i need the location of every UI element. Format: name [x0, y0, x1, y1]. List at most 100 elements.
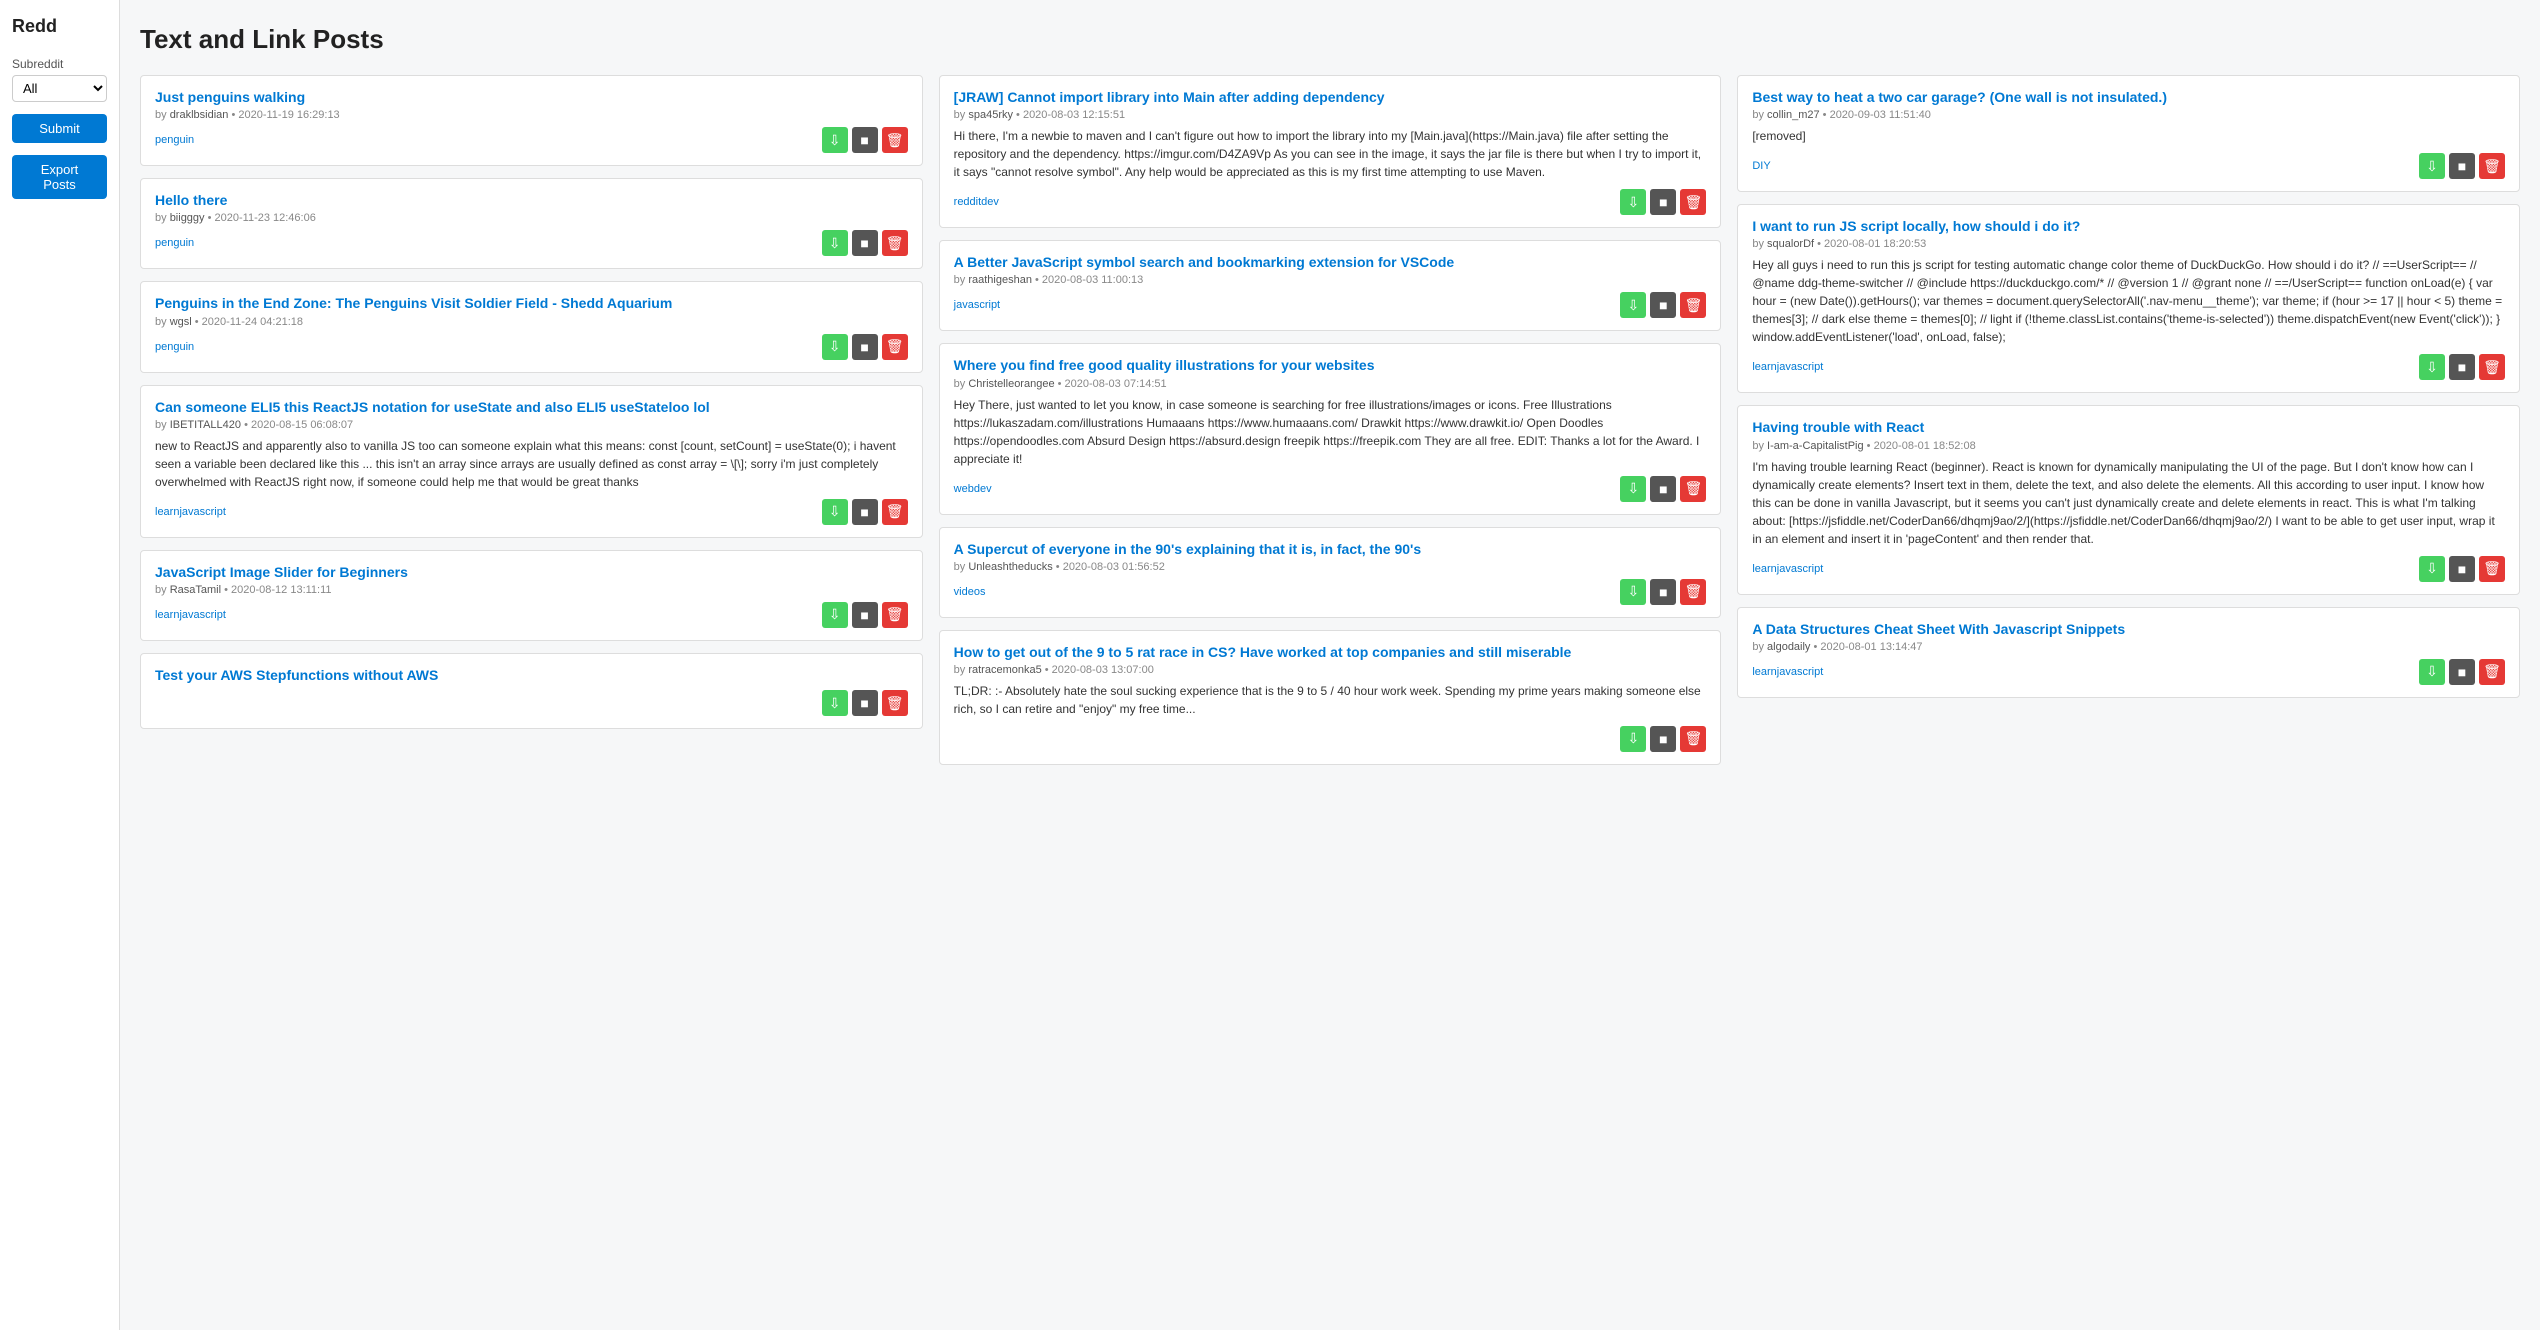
delete-button[interactable]: 🗑	[2479, 153, 2505, 179]
post-card: Hello there by biigggy • 2020-11-23 12:46…	[140, 178, 923, 269]
delete-button[interactable]: 🗑	[2479, 556, 2505, 582]
column-0: Just penguins walking by draklbsidian • 2…	[140, 75, 923, 741]
post-title[interactable]: A Supercut of everyone in the 90's expla…	[954, 540, 1707, 558]
copy-button[interactable]: ■	[2449, 354, 2475, 380]
copy-button[interactable]: ■	[1650, 292, 1676, 318]
post-card: Where you find free good quality illustr…	[939, 343, 1722, 514]
post-actions: ⇩ ■ 🗑	[2419, 556, 2505, 582]
post-title[interactable]: A Data Structures Cheat Sheet With Javas…	[1752, 620, 2505, 638]
copy-button[interactable]: ■	[1650, 726, 1676, 752]
post-title[interactable]: [JRAW] Cannot import library into Main a…	[954, 88, 1707, 106]
sidebar: Redd Subreddit All penguin learnjavascri…	[0, 0, 120, 1330]
copy-button[interactable]: ■	[852, 127, 878, 153]
post-body: I'm having trouble learning React (begin…	[1752, 458, 2505, 548]
post-footer: penguin ⇩ ■ 🗑	[155, 127, 908, 153]
post-title[interactable]: Where you find free good quality illustr…	[954, 356, 1707, 374]
delete-button[interactable]: 🗑	[882, 690, 908, 716]
post-subreddit[interactable]: videos	[954, 586, 986, 598]
post-subreddit[interactable]: learnjavascript	[155, 506, 226, 518]
post-subreddit[interactable]: learnjavascript	[1752, 361, 1823, 373]
post-title[interactable]: Penguins in the End Zone: The Penguins V…	[155, 294, 908, 312]
delete-button[interactable]: 🗑	[2479, 659, 2505, 685]
copy-button[interactable]: ■	[2449, 659, 2475, 685]
post-subreddit[interactable]: penguin	[155, 237, 194, 249]
post-title[interactable]: Test your AWS Stepfunctions without AWS	[155, 666, 908, 684]
download-button[interactable]: ⇩	[1620, 189, 1646, 215]
download-button[interactable]: ⇩	[1620, 476, 1646, 502]
copy-button[interactable]: ■	[1650, 189, 1676, 215]
delete-button[interactable]: 🗑	[882, 230, 908, 256]
post-subreddit[interactable]: learnjavascript	[155, 609, 226, 621]
copy-button[interactable]: ■	[852, 230, 878, 256]
download-button[interactable]: ⇩	[2419, 153, 2445, 179]
post-meta: by wgsl • 2020-11-24 04:21:18	[155, 316, 908, 328]
post-subreddit[interactable]: learnjavascript	[1752, 666, 1823, 678]
delete-button[interactable]: 🗑	[882, 127, 908, 153]
delete-button[interactable]: 🗑	[1680, 476, 1706, 502]
copy-button[interactable]: ■	[852, 334, 878, 360]
post-title[interactable]: Just penguins walking	[155, 88, 908, 106]
post-title[interactable]: JavaScript Image Slider for Beginners	[155, 563, 908, 581]
download-button[interactable]: ⇩	[1620, 579, 1646, 605]
post-meta: by Christelleorangee • 2020-08-03 07:14:…	[954, 378, 1707, 390]
post-card: How to get out of the 9 to 5 rat race in…	[939, 630, 1722, 765]
download-button[interactable]: ⇩	[822, 334, 848, 360]
download-button[interactable]: ⇩	[822, 690, 848, 716]
copy-button[interactable]: ■	[1650, 579, 1676, 605]
post-title[interactable]: Can someone ELI5 this ReactJS notation f…	[155, 398, 908, 416]
post-subreddit[interactable]: javascript	[954, 299, 1000, 311]
post-title[interactable]: A Better JavaScript symbol search and bo…	[954, 253, 1707, 271]
copy-button[interactable]: ■	[852, 690, 878, 716]
post-title[interactable]: I want to run JS script locally, how sho…	[1752, 217, 2505, 235]
delete-button[interactable]: 🗑	[882, 499, 908, 525]
download-button[interactable]: ⇩	[2419, 354, 2445, 380]
post-subreddit[interactable]: penguin	[155, 134, 194, 146]
download-button[interactable]: ⇩	[1620, 292, 1646, 318]
post-title[interactable]: How to get out of the 9 to 5 rat race in…	[954, 643, 1707, 661]
subreddit-select[interactable]: All penguin learnjavascript javascript w…	[12, 75, 107, 102]
download-button[interactable]: ⇩	[822, 230, 848, 256]
copy-button[interactable]: ■	[852, 602, 878, 628]
post-body: Hey all guys i need to run this js scrip…	[1752, 256, 2505, 346]
download-button[interactable]: ⇩	[1620, 726, 1646, 752]
column-1: [JRAW] Cannot import library into Main a…	[939, 75, 1722, 777]
post-title[interactable]: Having trouble with React	[1752, 418, 2505, 436]
copy-button[interactable]: ■	[2449, 556, 2475, 582]
export-button[interactable]: Export Posts	[12, 155, 107, 199]
delete-button[interactable]: 🗑	[1680, 189, 1706, 215]
download-button[interactable]: ⇩	[822, 602, 848, 628]
delete-button[interactable]: 🗑	[882, 602, 908, 628]
delete-button[interactable]: 🗑	[2479, 354, 2505, 380]
post-subreddit[interactable]: DIY	[1752, 160, 1770, 172]
post-actions: ⇩ ■ 🗑	[822, 334, 908, 360]
delete-button[interactable]: 🗑	[1680, 579, 1706, 605]
post-title[interactable]: Best way to heat a two car garage? (One …	[1752, 88, 2505, 106]
delete-button[interactable]: 🗑	[1680, 292, 1706, 318]
delete-button[interactable]: 🗑	[1680, 726, 1706, 752]
post-meta: by Unleashtheducks • 2020-08-03 01:56:52	[954, 561, 1707, 573]
download-button[interactable]: ⇩	[822, 499, 848, 525]
post-actions: ⇩ ■ 🗑	[822, 690, 908, 716]
post-body: new to ReactJS and apparently also to va…	[155, 437, 908, 491]
post-actions: ⇩ ■ 🗑	[1620, 579, 1706, 605]
post-card: A Data Structures Cheat Sheet With Javas…	[1737, 607, 2520, 698]
post-footer: learnjavascript ⇩ ■ 🗑	[155, 602, 908, 628]
post-footer: penguin ⇩ ■ 🗑	[155, 334, 908, 360]
post-subreddit[interactable]: penguin	[155, 341, 194, 353]
post-subreddit[interactable]: webdev	[954, 483, 992, 495]
copy-button[interactable]: ■	[1650, 476, 1676, 502]
download-button[interactable]: ⇩	[2419, 659, 2445, 685]
delete-button[interactable]: 🗑	[882, 334, 908, 360]
post-meta: by biigggy • 2020-11-23 12:46:06	[155, 212, 908, 224]
download-button[interactable]: ⇩	[2419, 556, 2445, 582]
copy-button[interactable]: ■	[2449, 153, 2475, 179]
post-actions: ⇩ ■ 🗑	[1620, 726, 1706, 752]
post-meta: by draklbsidian • 2020-11-19 16:29:13	[155, 109, 908, 121]
copy-button[interactable]: ■	[852, 499, 878, 525]
submit-button[interactable]: Submit	[12, 114, 107, 143]
post-body: TL;DR: :- Absolutely hate the soul sucki…	[954, 682, 1707, 718]
download-button[interactable]: ⇩	[822, 127, 848, 153]
post-title[interactable]: Hello there	[155, 191, 908, 209]
post-subreddit[interactable]: learnjavascript	[1752, 563, 1823, 575]
post-subreddit[interactable]: redditdev	[954, 196, 999, 208]
